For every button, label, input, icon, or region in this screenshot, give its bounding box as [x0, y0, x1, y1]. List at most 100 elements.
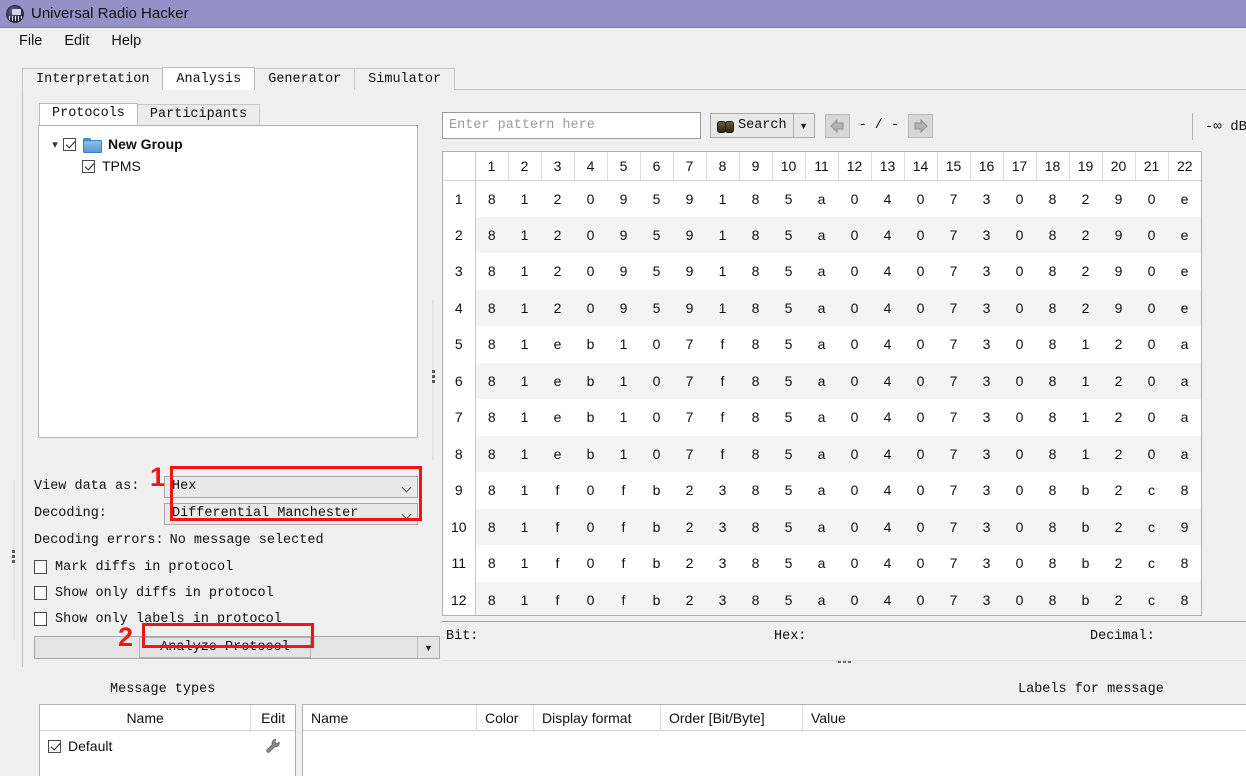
- hex-cell[interactable]: 9: [1168, 508, 1201, 545]
- hex-cell[interactable]: 1: [607, 435, 640, 472]
- message-type-name-cell[interactable]: Default: [40, 731, 251, 761]
- hex-cell[interactable]: 8: [739, 545, 772, 582]
- hex-column-header[interactable]: 16: [970, 152, 1004, 181]
- hex-row-header[interactable]: 1: [443, 180, 476, 217]
- hex-row-header[interactable]: 3: [443, 253, 476, 290]
- hex-cell[interactable]: a: [805, 216, 838, 253]
- hex-row-header[interactable]: 8: [443, 435, 476, 472]
- hex-cell[interactable]: 7: [937, 253, 970, 290]
- hex-cell[interactable]: a: [805, 180, 838, 217]
- hex-cell[interactable]: 5: [772, 253, 805, 290]
- hex-cell[interactable]: 4: [871, 545, 904, 582]
- checkbox-show-only-diffs-box[interactable]: [34, 586, 47, 600]
- hex-cell[interactable]: 1: [607, 362, 640, 399]
- hex-cell[interactable]: 8: [475, 435, 508, 472]
- hex-cell[interactable]: 4: [871, 326, 904, 363]
- hex-cell[interactable]: 8: [1036, 472, 1069, 509]
- hex-cell[interactable]: 0: [1135, 435, 1168, 472]
- hex-cell[interactable]: e: [541, 435, 574, 472]
- center-splitter[interactable]: [429, 300, 437, 460]
- hex-cell[interactable]: 0: [1135, 399, 1168, 436]
- hex-cell[interactable]: e: [1168, 253, 1201, 290]
- hex-cell[interactable]: 2: [673, 508, 706, 545]
- hex-cell[interactable]: 5: [772, 326, 805, 363]
- hex-cell[interactable]: 1: [508, 180, 541, 217]
- hex-column-header[interactable]: 1: [475, 152, 509, 181]
- hex-cell[interactable]: 1: [706, 180, 739, 217]
- hex-cell[interactable]: b: [574, 362, 607, 399]
- hex-cell[interactable]: 0: [640, 435, 673, 472]
- hex-cell[interactable]: 0: [904, 545, 937, 582]
- checkbox-mark-diffs-box[interactable]: [34, 560, 47, 574]
- hex-cell[interactable]: 0: [574, 289, 607, 326]
- hex-column-header[interactable]: 14: [904, 152, 938, 181]
- hex-column-header[interactable]: 9: [739, 152, 773, 181]
- hex-cell[interactable]: b: [1069, 472, 1102, 509]
- hex-cell[interactable]: 0: [838, 289, 871, 326]
- column-header-order[interactable]: Order [Bit/Byte]: [661, 705, 803, 731]
- hex-cell[interactable]: 1: [508, 581, 541, 615]
- hex-cell[interactable]: e: [1168, 180, 1201, 217]
- hex-cell[interactable]: 0: [640, 399, 673, 436]
- hex-row-header[interactable]: 9: [443, 472, 476, 509]
- hex-cell[interactable]: 2: [541, 253, 574, 290]
- hex-cell[interactable]: 7: [673, 326, 706, 363]
- hex-cell[interactable]: 5: [772, 508, 805, 545]
- chevron-down-icon[interactable]: ▾: [47, 138, 63, 151]
- hex-cell[interactable]: 8: [1036, 545, 1069, 582]
- hex-cell[interactable]: 9: [673, 216, 706, 253]
- hex-cell[interactable]: 0: [904, 399, 937, 436]
- hex-table-row[interactable]: 18120959185a0407308290e: [443, 180, 1201, 217]
- hex-cell[interactable]: 1: [1069, 362, 1102, 399]
- hex-cell[interactable]: 4: [871, 253, 904, 290]
- hex-cell[interactable]: 8: [1036, 326, 1069, 363]
- hex-cell[interactable]: 1: [607, 399, 640, 436]
- hex-cell[interactable]: 8: [1168, 472, 1201, 509]
- hex-cell[interactable]: c: [1135, 472, 1168, 509]
- hex-cell[interactable]: a: [805, 326, 838, 363]
- hex-cell[interactable]: 8: [475, 180, 508, 217]
- hex-cell[interactable]: 5: [772, 362, 805, 399]
- hex-cell[interactable]: 8: [739, 399, 772, 436]
- hex-cell[interactable]: 5: [640, 289, 673, 326]
- hex-cell[interactable]: b: [574, 435, 607, 472]
- hex-cell[interactable]: 8: [475, 545, 508, 582]
- hex-cell[interactable]: 0: [838, 326, 871, 363]
- hex-cell[interactable]: 2: [1069, 253, 1102, 290]
- hex-cell[interactable]: 1: [508, 253, 541, 290]
- hex-cell[interactable]: 9: [673, 253, 706, 290]
- hex-cell[interactable]: 8: [1036, 289, 1069, 326]
- hex-cell[interactable]: 3: [970, 472, 1003, 509]
- checkbox-show-only-labels-box[interactable]: [34, 612, 47, 626]
- hex-table-row[interactable]: 681eb107f85a0407308120a: [443, 362, 1201, 399]
- hex-cell[interactable]: 2: [1102, 435, 1135, 472]
- hex-cell[interactable]: 7: [937, 326, 970, 363]
- hex-cell[interactable]: b: [1069, 545, 1102, 582]
- hex-cell[interactable]: 0: [1003, 581, 1036, 615]
- hex-cell[interactable]: 8: [1036, 581, 1069, 615]
- hex-cell[interactable]: 2: [1102, 581, 1135, 615]
- arrow-right-icon[interactable]: [908, 113, 934, 138]
- hex-cell[interactable]: 2: [541, 289, 574, 326]
- hex-cell[interactable]: 3: [970, 326, 1003, 363]
- hex-column-header[interactable]: 6: [640, 152, 674, 181]
- hex-cell[interactable]: b: [1069, 508, 1102, 545]
- hex-cell[interactable]: 2: [1102, 399, 1135, 436]
- column-header-name[interactable]: Name: [303, 705, 477, 731]
- hex-column-header[interactable]: 3: [541, 152, 575, 181]
- hex-column-header[interactable]: 22: [1168, 152, 1201, 181]
- hex-cell[interactable]: 1: [508, 362, 541, 399]
- hex-cell[interactable]: 4: [871, 472, 904, 509]
- hex-cell[interactable]: e: [541, 362, 574, 399]
- bottom-splitter[interactable]: [442, 655, 1246, 667]
- protocol-hex-table[interactable]: 1 2 3 4 5 6 7 8 9 10 11 12 13 14 15 16 17 18 19 20 21 22 1812…: [442, 151, 1202, 616]
- hex-row-header[interactable]: 11: [443, 545, 476, 582]
- hex-row-header[interactable]: 6: [443, 362, 476, 399]
- hex-cell[interactable]: f: [706, 326, 739, 363]
- hex-cell[interactable]: 8: [739, 253, 772, 290]
- hex-cell[interactable]: 8: [1036, 399, 1069, 436]
- hex-cell[interactable]: 8: [1036, 362, 1069, 399]
- hex-cell[interactable]: 0: [574, 508, 607, 545]
- search-mode-dropdown[interactable]: ▼: [793, 113, 815, 138]
- hex-cell[interactable]: 1: [508, 435, 541, 472]
